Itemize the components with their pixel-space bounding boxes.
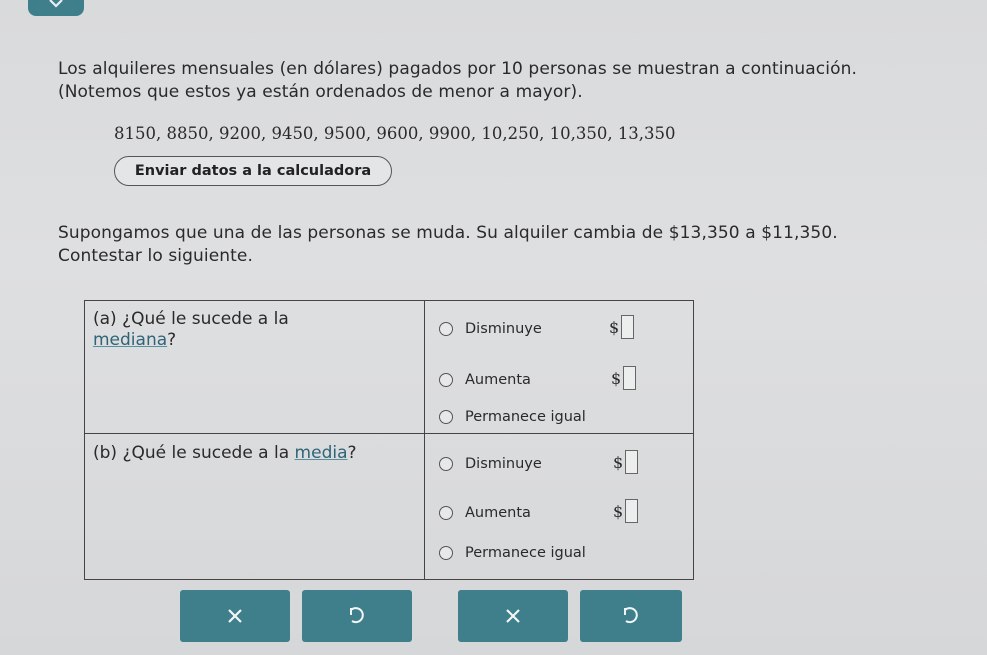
data-values: 8150, 8850, 9200, 9450, 9500, 9600, 9900… [114, 124, 676, 143]
amount-a-decrease: $ [609, 315, 635, 339]
mean-link[interactable]: media [295, 443, 348, 463]
amount-b-decrease: $ [613, 450, 639, 474]
radio-b-decrease[interactable] [439, 457, 453, 471]
option-b-same[interactable]: Permanece igual [439, 545, 586, 561]
scenario-line-1: Supongamos que una de las personas se mu… [58, 223, 838, 243]
undo-icon [624, 607, 638, 624]
problem-scenario: Supongamos que una de las personas se mu… [58, 222, 958, 268]
intro-line-2: (Notemos que estos ya están ordenados de… [58, 82, 583, 102]
clear-b-button[interactable] [458, 590, 568, 642]
option-a-same[interactable]: Permanece igual [439, 409, 586, 425]
amount-a-increase: $ [611, 366, 637, 390]
intro-line-1: Los alquileres mensuales (en dólares) pa… [58, 59, 857, 79]
undo-a-button[interactable] [302, 590, 412, 642]
answer-input-a-decrease[interactable] [621, 315, 635, 339]
radio-a-decrease[interactable] [439, 322, 453, 336]
radio-a-increase[interactable] [439, 373, 453, 387]
option-b-decrease[interactable]: Disminuye [439, 456, 542, 472]
problem-intro: Los alquileres mensuales (en dólares) pa… [58, 58, 958, 104]
undo-icon [350, 607, 364, 624]
answer-input-a-increase[interactable] [623, 366, 637, 390]
radio-a-same[interactable] [439, 410, 453, 424]
close-icon [506, 609, 520, 623]
amount-b-increase: $ [613, 499, 639, 523]
median-link[interactable]: mediana [93, 330, 167, 350]
option-a-increase[interactable]: Aumenta [439, 372, 531, 388]
clear-a-button[interactable] [180, 590, 290, 642]
option-a-decrease[interactable]: Disminuye [439, 321, 542, 337]
table-divider-horizontal [85, 433, 693, 434]
undo-b-button[interactable] [580, 590, 682, 642]
option-b-increase[interactable]: Aumenta [439, 505, 531, 521]
answer-input-b-decrease[interactable] [625, 450, 639, 474]
question-table: (a) ¿Qué le sucede a la mediana? Disminu… [84, 300, 694, 580]
table-divider-vertical [424, 301, 425, 579]
collapse-tab[interactable] [28, 0, 84, 16]
scenario-line-2: Contestar lo siguiente. [58, 246, 253, 266]
answer-input-b-increase[interactable] [625, 499, 639, 523]
send-to-calculator-button[interactable]: Enviar datos a la calculadora [114, 156, 392, 186]
radio-b-increase[interactable] [439, 506, 453, 520]
radio-b-same[interactable] [439, 546, 453, 560]
question-b-label: (b) ¿Qué le sucede a la media? [93, 443, 357, 463]
question-a-label: (a) ¿Qué le sucede a la mediana? [93, 309, 289, 350]
chevron-down-icon [49, 0, 63, 8]
close-icon [228, 609, 242, 623]
